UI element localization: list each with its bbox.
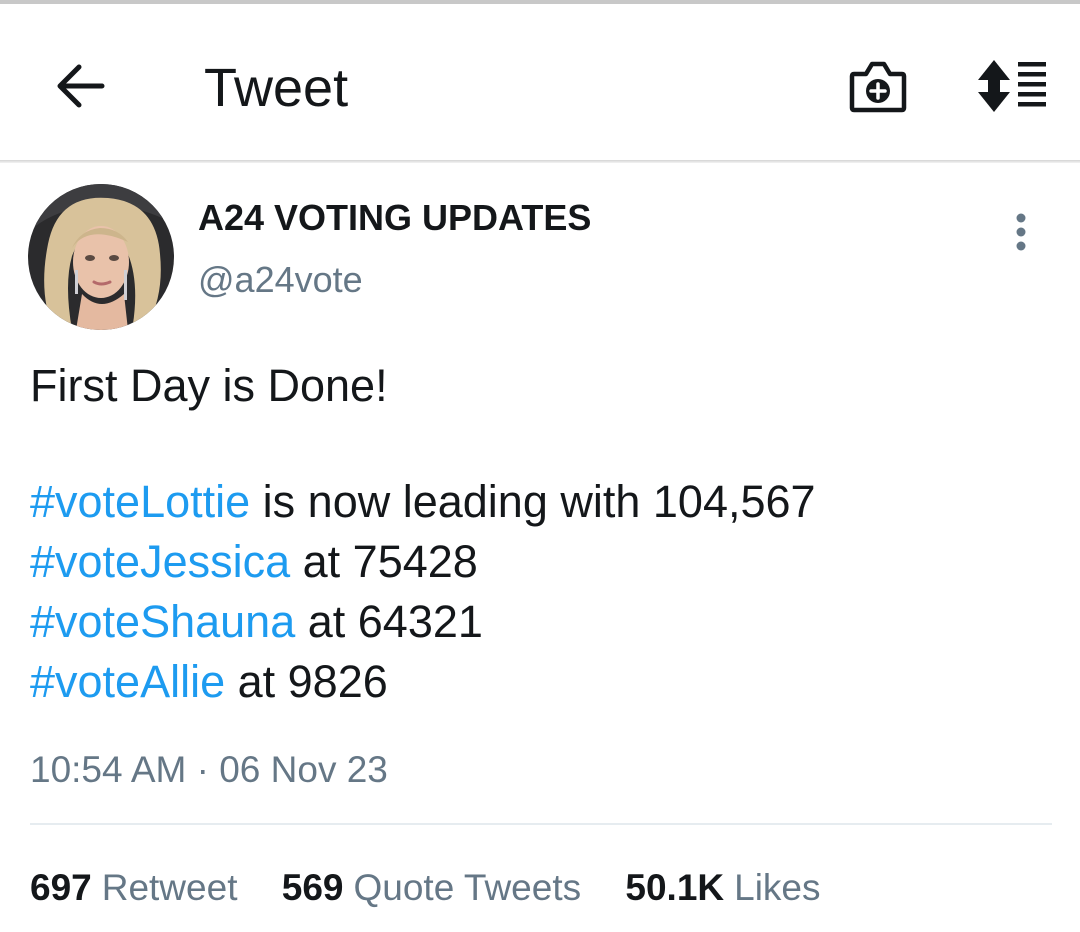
more-vertical-icon <box>1016 213 1026 251</box>
tweet-line: #voteShauna at 64321 <box>30 592 816 652</box>
page-title: Tweet <box>204 58 349 118</box>
stats-divider <box>30 823 1052 825</box>
author-handle[interactable]: @a24vote <box>198 258 363 302</box>
tweet-line-text: at 75428 <box>290 536 478 587</box>
retweet-count-link[interactable]: 697 Retweet <box>30 864 237 912</box>
stat-label: Likes <box>734 867 821 908</box>
quote-tweets-count-link[interactable]: 569 Quote Tweets <box>282 864 581 912</box>
stat-label: Quote Tweets <box>353 867 582 908</box>
tweet-line: #voteJessica at 75428 <box>30 532 816 592</box>
hashtag-link[interactable]: #voteAllie <box>30 656 225 707</box>
tweet-line-text: First Day is Done! <box>30 360 388 411</box>
header-divider <box>0 160 1080 163</box>
arrow-left-icon <box>57 64 105 108</box>
back-button[interactable] <box>52 60 108 112</box>
app-header: Tweet <box>0 4 1080 160</box>
profile-photo <box>28 184 174 330</box>
tweet-line-text: at 64321 <box>295 596 483 647</box>
tweet-line: #voteLottie is now leading with 104,567 <box>30 472 816 532</box>
likes-count-link[interactable]: 50.1K Likes <box>625 864 820 912</box>
hashtag-link[interactable]: #voteLottie <box>30 476 250 527</box>
sort-list-icon <box>978 60 1046 112</box>
sort-button[interactable] <box>974 58 1048 114</box>
tweet-stats: 697 Retweet 569 Quote Tweets 50.1K Likes <box>30 864 855 912</box>
camera-plus-icon <box>849 61 907 113</box>
tweet-timestamp: 10:54 AM · 06 Nov 23 <box>30 749 388 790</box>
tweet-line: First Day is Done! <box>30 356 816 416</box>
stat-count: 697 <box>30 867 92 908</box>
hashtag-link[interactable]: #voteJessica <box>30 536 290 587</box>
avatar[interactable] <box>28 184 174 330</box>
tweet-line-text: is now leading with 104,567 <box>250 476 816 527</box>
stat-count: 569 <box>281 867 344 908</box>
more-options-button[interactable] <box>1006 212 1036 252</box>
author-display-name[interactable]: A24 VOTING UPDATES <box>198 196 591 240</box>
stat-count: 50.1K <box>625 867 725 908</box>
tweet-line: #voteAllie at 9826 <box>30 652 816 712</box>
tweet-line-text: at 9826 <box>225 656 388 707</box>
stat-label: Retweet <box>101 867 238 908</box>
tweet-text: First Day is Done! #voteLottie is now le… <box>30 356 816 712</box>
camera-button[interactable] <box>848 58 908 114</box>
hashtag-link[interactable]: #voteShauna <box>30 596 295 647</box>
